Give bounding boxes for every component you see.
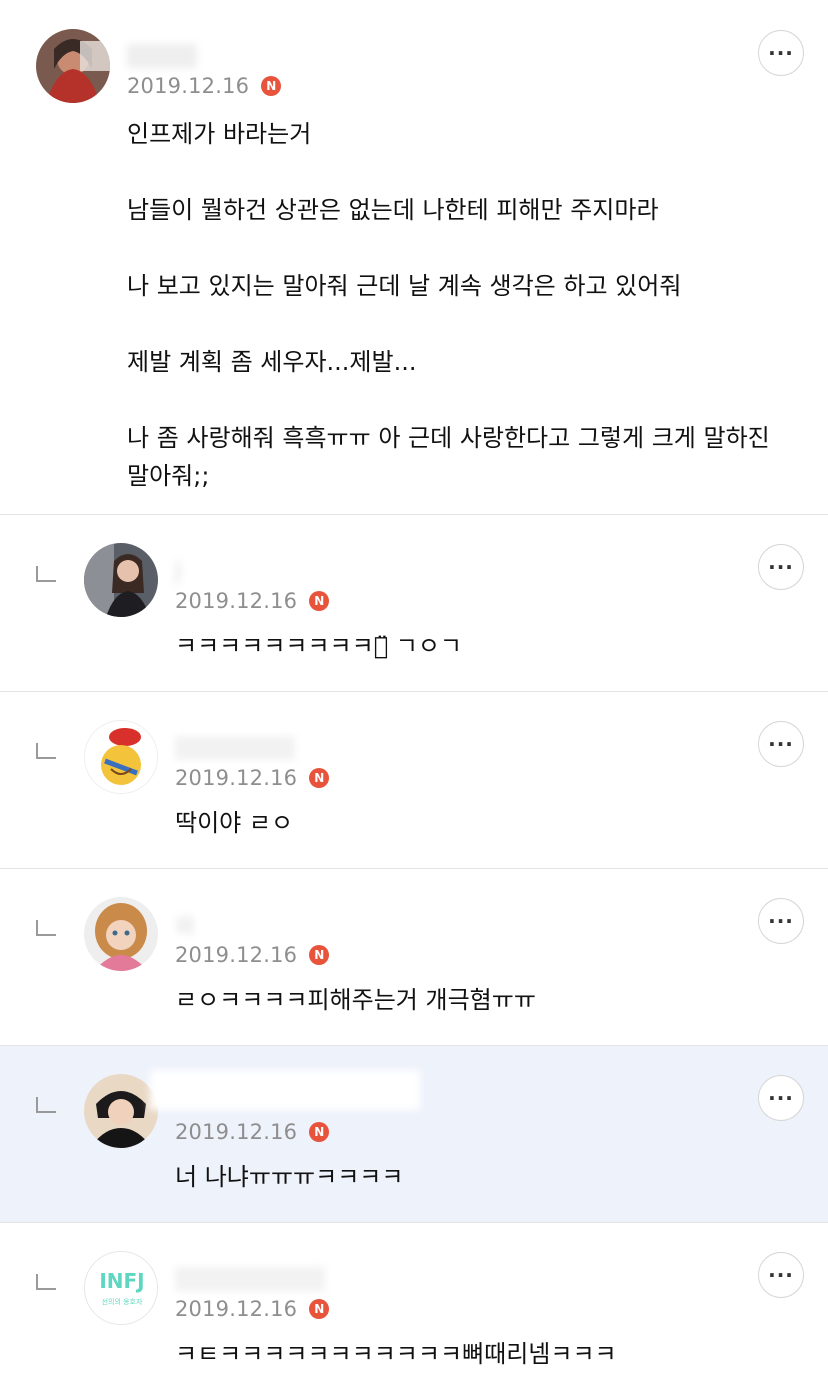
nickname[interactable]: J bbox=[175, 559, 182, 584]
nickname[interactable] bbox=[150, 1070, 420, 1110]
avatar[interactable] bbox=[84, 543, 158, 617]
more-options-button[interactable]: ··· bbox=[758, 544, 804, 590]
reply-date: 2019.12.16 bbox=[175, 943, 298, 967]
reply-meta: 2019.12.16 N bbox=[175, 1294, 330, 1324]
avatar-image bbox=[85, 721, 157, 793]
reply-item: 2019.12.16 N 딱이야 ㄹㅇ ··· bbox=[0, 692, 828, 869]
reply-item-highlighted: 2019.12.16 N 너 나냐ㅠㅠㅠㅋㅋㅋㅋ ··· bbox=[0, 1046, 828, 1223]
more-options-button[interactable]: ··· bbox=[758, 30, 804, 76]
reply-text: ㅋㅋㅋㅋㅋㅋㅋㅋㅋㅋ̈ ㄱㅇㄱ bbox=[175, 632, 462, 660]
more-options-button[interactable]: ··· bbox=[758, 898, 804, 944]
avatar-image bbox=[36, 29, 110, 103]
new-badge-icon: N bbox=[309, 945, 330, 965]
reply-meta: 2019.12.16 N bbox=[175, 586, 330, 616]
reply-item: INFJ 선의의 옹호자 2019.12.16 N ㅋㅌㅋㅋㅋㅋㅋㅋㅋㅋㅋㅋㅋ뼈… bbox=[0, 1223, 828, 1399]
avatar[interactable] bbox=[36, 29, 110, 103]
reply-text: ㄹㅇㅋㅋㅋㅋ피해주는거 개극혐ㅠㅠ bbox=[175, 986, 536, 1014]
reply-arrow-icon bbox=[36, 1274, 56, 1290]
more-options-button[interactable]: ··· bbox=[758, 721, 804, 767]
new-badge-icon: N bbox=[309, 768, 330, 788]
more-dots-icon: ··· bbox=[768, 909, 794, 933]
reply-arrow-icon bbox=[36, 743, 56, 759]
comment-meta: 2019.12.16 N bbox=[127, 71, 282, 101]
reply-arrow-icon bbox=[36, 1097, 56, 1113]
more-dots-icon: ··· bbox=[768, 41, 794, 65]
more-dots-icon: ··· bbox=[768, 1263, 794, 1287]
new-badge-icon: N bbox=[309, 1299, 330, 1319]
nickname[interactable] bbox=[127, 44, 197, 68]
avatar[interactable]: INFJ 선의의 옹호자 bbox=[84, 1251, 158, 1325]
new-badge-icon: N bbox=[309, 591, 330, 611]
avatar[interactable] bbox=[84, 897, 158, 971]
reply-date: 2019.12.16 bbox=[175, 589, 298, 613]
nickname[interactable] bbox=[175, 736, 295, 760]
more-dots-icon: ··· bbox=[768, 1086, 794, 1110]
reply-arrow-icon bbox=[36, 920, 56, 936]
infj-logo-subtext: 선의의 옹호자 bbox=[102, 1297, 143, 1306]
avatar[interactable] bbox=[84, 1074, 158, 1148]
reply-date: 2019.12.16 bbox=[175, 766, 298, 790]
more-options-button[interactable]: ··· bbox=[758, 1252, 804, 1298]
avatar-image bbox=[84, 1074, 158, 1148]
infj-logo-text: INFJ bbox=[99, 1269, 144, 1293]
reply-item: 와 2019.12.16 N ㄹㅇㅋㅋㅋㅋ피해주는거 개극혐ㅠㅠ ··· bbox=[0, 869, 828, 1046]
avatar[interactable] bbox=[84, 720, 158, 794]
reply-meta: 2019.12.16 N bbox=[175, 1117, 330, 1147]
infj-logo-icon: INFJ 선의의 옹호자 bbox=[85, 1252, 157, 1324]
comment-date: 2019.12.16 bbox=[127, 74, 250, 98]
new-badge-icon: N bbox=[261, 76, 282, 96]
avatar-image bbox=[84, 897, 158, 971]
reply-meta: 2019.12.16 N bbox=[175, 763, 330, 793]
comment-text: 인프제가 바라는거 남들이 뭘하건 상관은 없는데 나한테 피해만 주지마라 나… bbox=[127, 120, 770, 490]
reply-meta: 2019.12.16 N bbox=[175, 940, 330, 970]
reply-date: 2019.12.16 bbox=[175, 1297, 298, 1321]
reply-item: J 2019.12.16 N ㅋㅋㅋㅋㅋㅋㅋㅋㅋㅋ̈ ㄱㅇㄱ ··· bbox=[0, 515, 828, 692]
reply-date: 2019.12.16 bbox=[175, 1120, 298, 1144]
reply-text: 너 나냐ㅠㅠㅠㅋㅋㅋㅋ bbox=[175, 1163, 404, 1191]
new-badge-icon: N bbox=[309, 1122, 330, 1142]
comment-main: 2019.12.16 N 인프제가 바라는거 남들이 뭘하건 상관은 없는데 나… bbox=[0, 0, 828, 515]
reply-text: ㅋㅌㅋㅋㅋㅋㅋㅋㅋㅋㅋㅋㅋ뼈때리넴ㅋㅋㅋ bbox=[175, 1340, 617, 1368]
reply-arrow-icon bbox=[36, 566, 56, 582]
nickname[interactable] bbox=[175, 1267, 325, 1291]
reply-text: 딱이야 ㄹㅇ bbox=[175, 809, 294, 837]
more-dots-icon: ··· bbox=[768, 555, 794, 579]
more-options-button[interactable]: ··· bbox=[758, 1075, 804, 1121]
more-dots-icon: ··· bbox=[768, 732, 794, 756]
nickname[interactable]: 와 bbox=[175, 909, 195, 940]
avatar-image bbox=[84, 543, 158, 617]
